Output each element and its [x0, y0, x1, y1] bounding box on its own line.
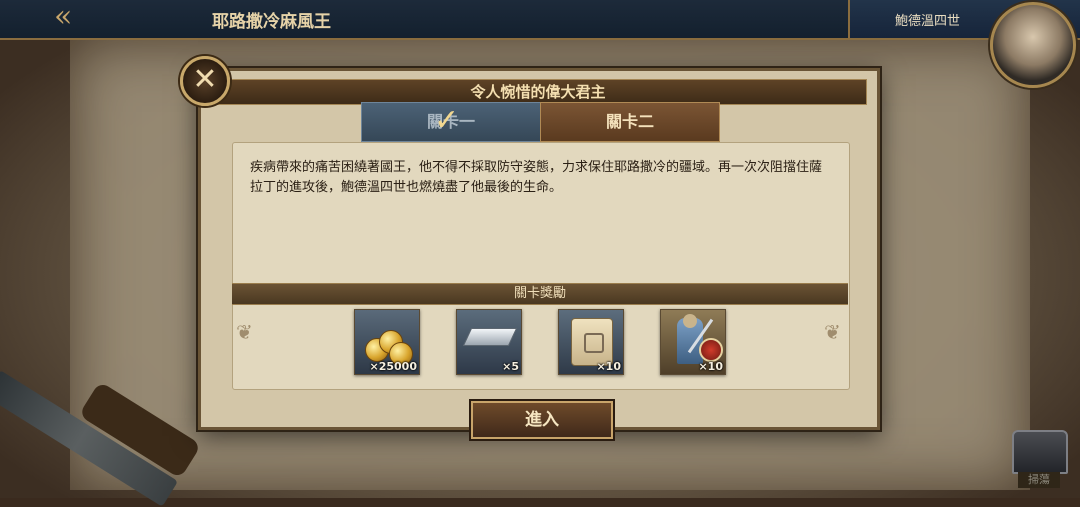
reward-gold[interactable]: ×25000 — [354, 309, 420, 375]
player-avatar[interactable] — [990, 2, 1076, 88]
player-name: 鮑德溫四世 — [894, 14, 960, 29]
ornament-left-icon: ❦ — [236, 320, 253, 344]
reward-scroll[interactable]: ×10 — [558, 309, 624, 375]
chest-icon — [1012, 430, 1068, 474]
reward-soldier[interactable]: ×10 — [660, 309, 726, 375]
reward-title: 關卡獎勵 — [513, 286, 566, 301]
reward-bar: 關卡獎勵 — [232, 283, 848, 305]
close-icon: ✕ — [192, 62, 218, 97]
story-text: 疾病帶來的痛苦困繞著國王，他不得不採取防守姿態，力求保住耶路撒冷的疆域。再一次次… — [250, 160, 823, 195]
top-bar: « 耶路撒冷麻風王 鮑德溫四世 — [0, 0, 1080, 40]
dialog-title: 令人惋惜的偉大君主 — [470, 83, 606, 101]
chest-label: 掃蕩 — [1018, 472, 1060, 488]
page-title: 耶路撒冷麻風王 — [212, 12, 331, 32]
reward-silver[interactable]: ×5 — [456, 309, 522, 375]
check-icon: ✓ — [434, 103, 460, 138]
reward-qty: ×10 — [596, 360, 621, 373]
close-button[interactable]: ✕ — [180, 56, 230, 106]
tab-stage-2[interactable]: 關卡二 — [540, 102, 720, 142]
back-button[interactable]: « — [14, 2, 114, 36]
reward-qty: ×5 — [502, 360, 519, 373]
reward-qty: ×10 — [698, 360, 723, 373]
reward-qty: ×25000 — [369, 360, 418, 373]
sweep-chest-button[interactable]: 掃蕩 — [1004, 420, 1074, 490]
ornament-right-icon: ❦ — [824, 320, 841, 344]
enter-button[interactable]: 進入 — [471, 401, 613, 439]
double-chevron-left-icon: « — [54, 0, 73, 34]
